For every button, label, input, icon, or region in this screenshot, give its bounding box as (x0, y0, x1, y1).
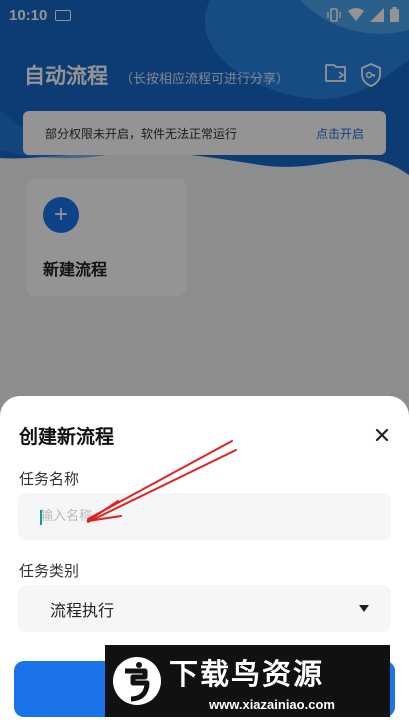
dialog-title: 创建新流程 (19, 426, 115, 448)
task-type-value: 流程执行 (50, 600, 115, 620)
watermark-url: www.xiazainiao.com (209, 697, 335, 712)
dropdown-arrow-icon (359, 605, 369, 612)
task-name-label: 任务名称 (19, 470, 80, 488)
watermark-brand: 下载鸟资源 (169, 657, 325, 691)
bird-logo-icon (113, 657, 161, 705)
watermark: 下载鸟资源 www.xiazainiao.com (105, 645, 390, 717)
text-cursor (40, 510, 42, 525)
close-icon[interactable] (373, 426, 391, 444)
task-type-select[interactable]: 流程执行 (18, 585, 391, 632)
task-name-input[interactable] (18, 493, 391, 540)
task-type-label: 任务类别 (19, 562, 80, 580)
